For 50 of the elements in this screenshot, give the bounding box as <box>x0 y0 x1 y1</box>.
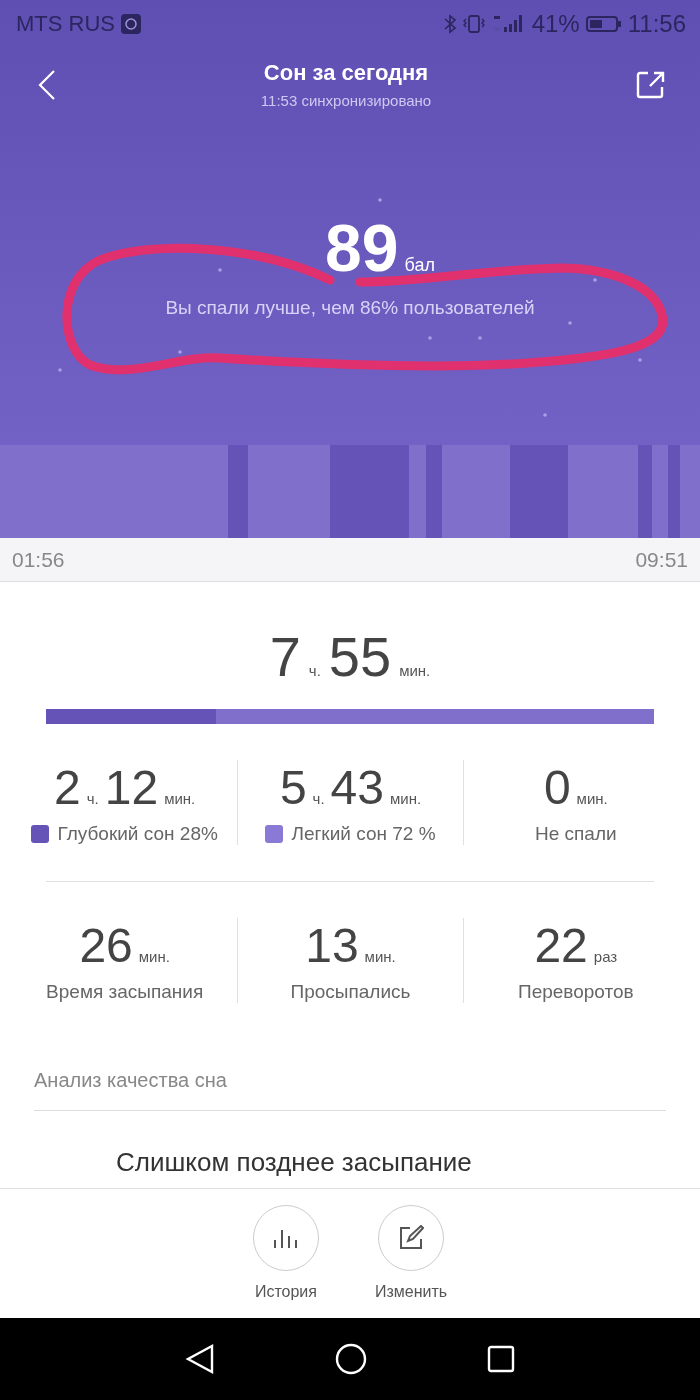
phase-hours: 5 <box>279 760 307 815</box>
bluetooth-icon <box>443 14 456 34</box>
stat-value: 13 <box>305 918 359 973</box>
share-icon <box>636 69 666 100</box>
phase-hours: 2 <box>54 760 81 815</box>
minutes-unit: мин. <box>576 790 608 807</box>
edit-icon <box>398 1225 424 1251</box>
minutes-unit: мин. <box>389 790 422 807</box>
phase-label: Глубокий сон 28% <box>57 823 218 845</box>
clock: 11:56 <box>627 10 686 38</box>
back-icon <box>38 68 56 101</box>
back-nav-icon[interactable] <box>185 1343 215 1375</box>
stat-label: Время засыпания <box>46 981 204 1003</box>
stat-unit: раз <box>593 948 618 965</box>
stat-unit: мин. <box>364 948 396 965</box>
phase-label: Легкий сон 72 % <box>291 823 436 845</box>
home-nav-icon[interactable] <box>335 1343 367 1375</box>
phase-label: Не спали <box>535 823 617 845</box>
stat-unit: мин. <box>138 948 170 965</box>
comparison-text: Вы спали лучше, чем 86% пользователей <box>164 297 536 319</box>
vibrate-icon <box>461 14 486 34</box>
hours-unit: ч. <box>312 790 325 807</box>
sleep-score: 89 <box>325 215 399 281</box>
minutes-unit: мин. <box>164 790 196 807</box>
stat-value: 22 <box>534 918 588 973</box>
app-notification-icon <box>121 14 141 34</box>
hours-unit: ч. <box>86 790 99 807</box>
total-hours: 7 <box>269 624 301 689</box>
minutes-unit: мин. <box>399 662 431 679</box>
phase-minutes: 0 <box>543 760 571 815</box>
recents-nav-icon[interactable] <box>487 1345 515 1373</box>
total-minutes: 55 <box>328 624 392 689</box>
carrier-name: MTS RUS <box>16 11 115 37</box>
phase-minutes: 12 <box>104 760 159 815</box>
sync-status: 11:53 синхронизировано <box>259 92 433 109</box>
end-time: 09:51 <box>635 547 688 572</box>
stat-label: Переворотов <box>518 981 634 1003</box>
start-time: 01:56 <box>12 547 65 572</box>
stat-label: Просыпались <box>290 981 411 1003</box>
analysis-item-title: Слишком позднее засыпание <box>116 1147 473 1178</box>
hours-unit: ч. <box>308 662 321 679</box>
phase-minutes: 43 <box>330 760 384 815</box>
stat-value: 26 <box>79 918 133 973</box>
action-label: История <box>254 1283 317 1301</box>
section-heading: Анализ качества сна <box>34 1069 228 1092</box>
screen-title: Сон за сегодня <box>262 60 430 86</box>
action-label: Изменить <box>374 1283 448 1301</box>
battery-icon <box>585 15 622 33</box>
battery-percent: 41% <box>531 10 580 38</box>
score-unit: бал <box>404 255 435 276</box>
